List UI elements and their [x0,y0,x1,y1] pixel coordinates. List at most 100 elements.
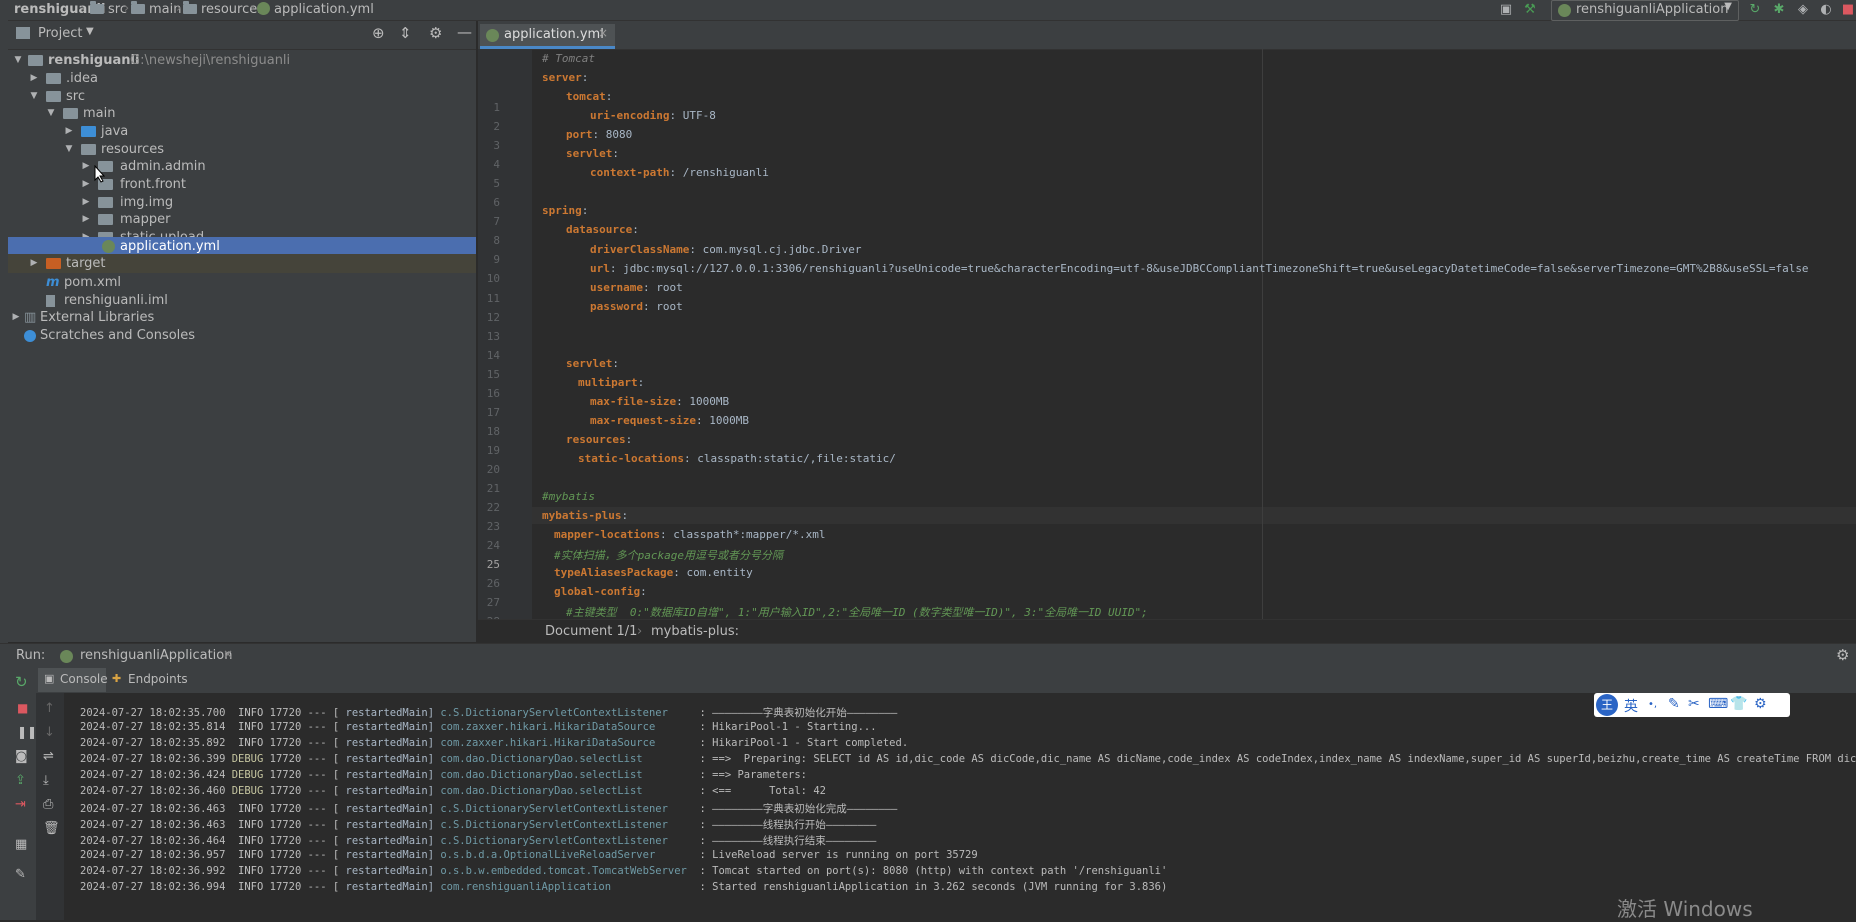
log-class: c.S.DictionaryServletContextListener [440,819,700,831]
collapsed-arrow-icon[interactable]: ▶ [28,254,40,273]
breadcrumb-document[interactable]: Document 1/1 [545,624,637,639]
camera-icon[interactable]: ◙ [15,749,28,764]
line-number-gutter: 1 2 3 4 5 6 7 8 9 10 11 12 13 14 15 16 17 18 19 20 21 22 23 24 2… [478,49,532,666]
log-class: c.S.DictionaryServletContextListener [440,803,700,815]
trash-icon[interactable]: 🗑 [43,821,60,836]
ime-toolbar[interactable]: 王 英 •, ✎ ✂ ⌨ 👕 ⚙ [1594,693,1790,717]
log-timestamp: 2024-07-27 18:02:35.892 [80,737,232,749]
log-message: : <== Total: 42 [699,785,826,797]
run-toolbar: ↻ ■ ❚❚ ◙ ⇪ ⇥ ▦ ✎ [8,667,37,920]
log-level: DEBUG [231,753,270,765]
log-timestamp: 2024-07-27 18:02:36.399 [80,753,232,765]
profiler-icon[interactable]: ◐ [1818,2,1834,18]
tree-item-target[interactable]: ▶ target [8,254,476,273]
pause-icon[interactable]: ❚❚ [17,725,37,739]
line-number: 13 [486,330,500,343]
code-line: username: root [590,281,683,294]
module-folder-icon [28,55,43,66]
code-line: resources: [566,433,633,446]
tool-window-strip[interactable] [0,20,8,920]
log-class: o.s.b.d.a.OptionalLiveReloadServer [440,849,700,861]
ime-mode[interactable]: 英 [1624,696,1638,716]
handwrite-icon[interactable]: ✎ [1668,696,1680,712]
line-number: 23 [486,520,500,533]
log-pid: 17720 --- [ [269,819,346,831]
log-timestamp: 2024-07-27 18:02:35.814 [80,721,232,733]
log-timestamp: 2024-07-27 18:02:36.464 [80,835,232,847]
line-number: 12 [486,311,500,324]
line-number: 15 [486,368,500,381]
gear-icon[interactable]: ⚙ [1754,696,1767,712]
layout-icon[interactable]: ▦ [15,837,27,852]
spring-yml-icon [102,240,115,253]
punctuation-icon[interactable]: •, [1648,699,1657,710]
gear-icon[interactable]: ⚙ [429,24,442,42]
collapse-all-icon[interactable]: ⇕ [399,24,412,42]
close-icon[interactable]: × [598,26,608,40]
log-line: 2024-07-27 18:02:36.399 DEBUG 17720 --- … [80,753,1856,765]
pin-icon[interactable]: ✎ [15,867,26,882]
line-number: 24 [486,539,500,552]
locate-target-icon[interactable]: ⊕ [372,24,385,42]
rerun-icon[interactable]: ↻ [1747,2,1763,18]
code-line: max-request-size: 1000MB [590,414,749,427]
log-line: 2024-07-27 18:02:36.424 DEBUG 17720 --- … [80,769,813,781]
log-timestamp: 2024-07-27 18:02:36.424 [80,769,232,781]
soft-wrap-icon[interactable]: ⇌ [43,749,54,764]
project-structure-icon[interactable]: ▣ [1498,2,1514,18]
stop-icon[interactable]: ■ [17,701,28,715]
tab-label: application.yml [504,27,604,42]
navigation-bar: renshiguanli › src › main › resources › … [0,0,1856,21]
debug-bug-icon[interactable]: ✱ [1771,2,1787,18]
breadcrumb-src[interactable]: src [90,1,127,19]
log-message: : ————————线程执行结束———————— [699,835,877,847]
breadcrumb-file[interactable]: application.yml [257,1,374,19]
log-line: 2024-07-27 18:02:36.464 INFO 17720 --- [… [80,833,876,848]
tree-item-scratches[interactable]: Scratches and Consoles [8,325,476,346]
keyboard-icon[interactable]: ⌨ [1708,696,1728,712]
minimize-icon[interactable]: — [457,23,472,41]
mouse-cursor-icon [94,165,106,183]
breadcrumb-separator: › [637,624,643,639]
log-class: com.renshiguanliApplication [440,881,700,893]
line-number: 6 [493,196,500,209]
spring-boot-icon [60,650,73,663]
log-level: INFO [231,835,270,847]
coverage-icon[interactable]: ◈ [1795,2,1811,18]
code-line: #实体扫描，多个package用逗号或者分号分隔 [554,549,783,562]
tab-application-yml[interactable]: application.yml × [480,24,615,49]
skin-icon[interactable]: 👕 [1730,696,1747,712]
exit-icon[interactable]: ⇥ [15,797,26,812]
close-icon[interactable]: × [223,647,233,661]
project-view-title[interactable]: Project [38,26,82,41]
scissors-icon[interactable]: ✂ [1688,696,1700,712]
tab-endpoints[interactable]: ✚ Endpoints [110,668,200,692]
code-line: # Tomcat [542,52,595,65]
run-configuration-select[interactable]: renshiguanliApplication ▼ [1551,0,1739,21]
log-pid: 17720 --- [ [269,737,346,749]
print-icon[interactable]: ⎙ [43,797,53,812]
tab-console[interactable]: ▣ Console [38,668,108,692]
log-pid: 17720 --- [ [269,785,346,797]
build-hammer-icon[interactable]: ⚒ [1522,2,1538,18]
endpoints-icon: ✚ [112,672,122,685]
log-timestamp: 2024-07-27 18:02:36.463 [80,819,232,831]
log-message: : HikariPool-1 - Starting... [699,721,877,733]
stop-icon[interactable]: ■ [1840,2,1856,18]
chevron-down-icon[interactable]: ▼ [86,26,94,37]
run-config-tab[interactable]: renshiguanliApplication [80,648,232,663]
rerun-icon[interactable]: ↻ [15,673,28,691]
down-arrow-icon[interactable]: ↓ [44,725,55,740]
log-pid: 17720 --- [ [269,753,346,765]
spring-yml-icon [486,29,499,42]
log-pid: 17720 --- [ [269,835,346,847]
breadcrumb-key[interactable]: mybatis-plus: [651,624,739,639]
gear-icon[interactable]: ⚙ [1836,646,1849,664]
update-icon[interactable]: ⇪ [15,773,26,788]
code-line: spring: [542,204,589,217]
scroll-to-end-icon[interactable]: ⤓ [43,773,49,788]
log-thread: restartedMain] [345,721,441,733]
breadcrumb-main[interactable]: main [131,1,181,19]
up-arrow-icon[interactable]: ↑ [44,701,55,716]
code-line: max-file-size: 1000MB [590,395,730,408]
